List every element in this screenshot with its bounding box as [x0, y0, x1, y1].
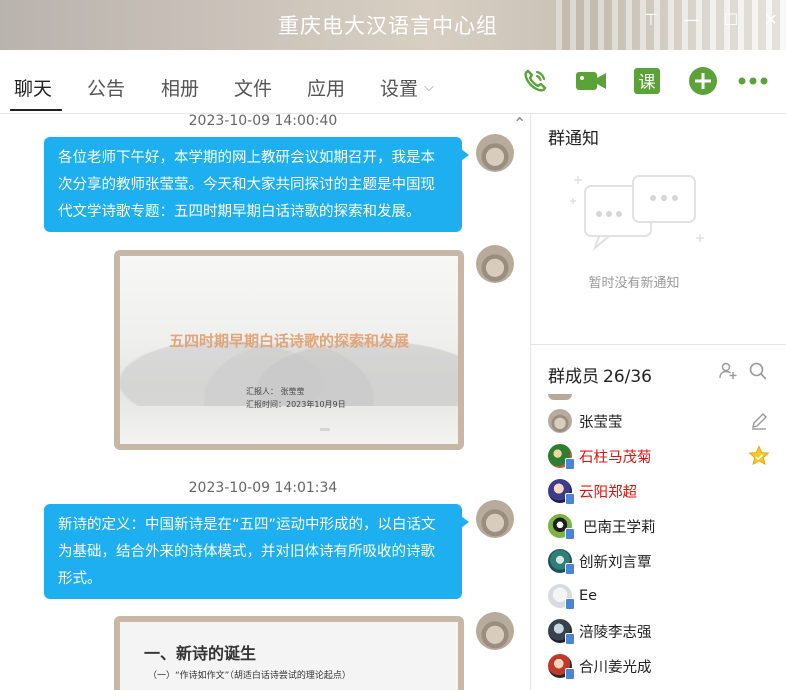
add-member-icon[interactable] [717, 360, 739, 382]
member-name: 石柱马茂菊 [579, 449, 652, 466]
member-name: 巴南王学莉 [583, 519, 656, 536]
notice-title[interactable]: 群通知 [548, 124, 599, 149]
device-badge-icon [565, 458, 575, 470]
avatar [548, 479, 575, 505]
tab-announcement[interactable]: 公告 [87, 74, 125, 101]
avatar[interactable] [476, 245, 514, 283]
group-side-panel: 群通知 暂时没有新通知 群成员 26/36 张莹莹 石柱马茂菊 云阳郑超 巴南王… [530, 114, 786, 690]
device-badge-icon [565, 668, 575, 680]
slide-title: 五四时期早期白话诗歌的探索和发展 [168, 332, 409, 350]
tab-settings-label: 设置 [380, 78, 419, 100]
more-icon[interactable] [737, 65, 769, 97]
message-timestamp: 2023-10-09 14:01:34 [188, 480, 338, 496]
slide-subheading: （一）“作诗如作文”（胡适白话诗尝试的理论起点） [148, 671, 351, 681]
video-call-icon[interactable] [575, 65, 607, 97]
avatar[interactable] [476, 612, 514, 650]
tab-chat[interactable]: 聊天 [14, 74, 52, 101]
add-icon[interactable] [687, 65, 719, 97]
message-bubble[interactable]: 各位老师下午好，本学期的网上教研会议如期召开，我是本次分享的教师张莹莹。今天和大… [44, 137, 469, 232]
members-title-label: 群成员 [548, 367, 599, 387]
member-row[interactable]: 石柱马茂菊 [548, 443, 768, 470]
avatar [548, 394, 572, 400]
message-bubble[interactable]: 新诗的定义：中国新诗是在“五四”运动中形成的，以白话文为基础，结合外来的诗体模式… [44, 504, 469, 599]
device-badge-icon [565, 633, 575, 645]
avatar [548, 584, 575, 610]
member-row[interactable]: 创新刘言覃 [548, 548, 768, 575]
member-row[interactable]: 云阳郑超 [548, 478, 768, 505]
member-row[interactable]: 合川姜光成 [548, 653, 768, 680]
divider [531, 344, 786, 345]
course-icon[interactable]: 课 [631, 65, 663, 97]
slide-indicator [320, 428, 330, 431]
chat-panel[interactable]: ⌃ 2023-10-09 14:00:40 各位老师下午好，本学期的网上教研会议… [0, 114, 530, 690]
avatar [548, 549, 575, 575]
tab-files[interactable]: 文件 [234, 74, 272, 101]
member-name: 合川姜光成 [579, 659, 652, 676]
tab-settings[interactable]: 设置 ⌵ [380, 74, 434, 101]
search-icon[interactable] [747, 360, 769, 382]
image-message-slide[interactable]: 一、新诗的诞生 （一）“作诗如作文”（胡适白话诗尝试的理论起点） [114, 616, 464, 690]
slide-heading: 一、新诗的诞生 [144, 644, 257, 663]
avatar [548, 444, 575, 470]
phone-call-icon[interactable] [519, 65, 551, 97]
member-name: 张莹莹 [579, 414, 623, 431]
slide-reporter: 汇报人： 张莹莹 [246, 387, 305, 396]
empty-notice-icon [570, 175, 704, 252]
tab-apps[interactable]: 应用 [307, 74, 345, 101]
tab-bar: 聊天 公告 相册 文件 应用 设置 ⌵ 课 [0, 50, 786, 114]
member-row[interactable]: Ee [548, 583, 768, 610]
star-badge-icon [748, 445, 770, 467]
member-row[interactable]: 涪陵李志强 [548, 618, 768, 645]
avatar [548, 654, 575, 680]
members-count: 26/36 [603, 367, 652, 387]
avatar[interactable] [476, 134, 514, 172]
member-row[interactable]: 巴南王学莉 [548, 513, 768, 540]
member-name: 涪陵李志强 [579, 624, 652, 641]
window-title: 重庆电大汉语言中心组 [278, 14, 498, 38]
chevron-down-icon: ⌵ [424, 80, 434, 95]
device-badge-icon [565, 528, 575, 540]
message-timestamp: 2023-10-09 14:00:40 [188, 114, 338, 129]
active-tab-indicator [10, 109, 62, 111]
members-title: 群成员 26/36 [548, 362, 652, 387]
avatar[interactable] [476, 500, 514, 538]
device-badge-icon [565, 493, 575, 505]
notice-empty-text: 暂时没有新通知 [588, 276, 680, 291]
window-controls: ⊤ — ☐ ✕ [642, 10, 780, 29]
member-name: 创新刘言覃 [579, 554, 652, 571]
member-name: Ee [579, 588, 598, 604]
maximize-icon[interactable]: ☐ [722, 10, 740, 29]
member-row[interactable]: 张莹莹 [548, 408, 768, 434]
avatar [548, 514, 575, 540]
title-bar: 重庆电大汉语言中心组 ⊤ — ☐ ✕ [0, 0, 786, 50]
close-icon[interactable]: ✕ [762, 10, 780, 29]
minimize-icon[interactable]: — [682, 10, 700, 29]
device-badge-icon [565, 598, 575, 610]
tab-album[interactable]: 相册 [161, 74, 199, 101]
slide-date: 汇报时间：2023年10月9日 [246, 400, 346, 409]
edit-icon[interactable] [748, 410, 770, 432]
member-name: 云阳郑超 [579, 484, 637, 501]
avatar [548, 619, 575, 645]
avatar [548, 409, 572, 433]
image-message-slide[interactable]: 五四时期早期白话诗歌的探索和发展 汇报人： 张莹莹 汇报时间：2023年10月9… [114, 250, 464, 450]
device-badge-icon [565, 563, 575, 575]
pin-icon[interactable]: ⊤ [642, 10, 660, 29]
course-label: 课 [638, 73, 656, 93]
